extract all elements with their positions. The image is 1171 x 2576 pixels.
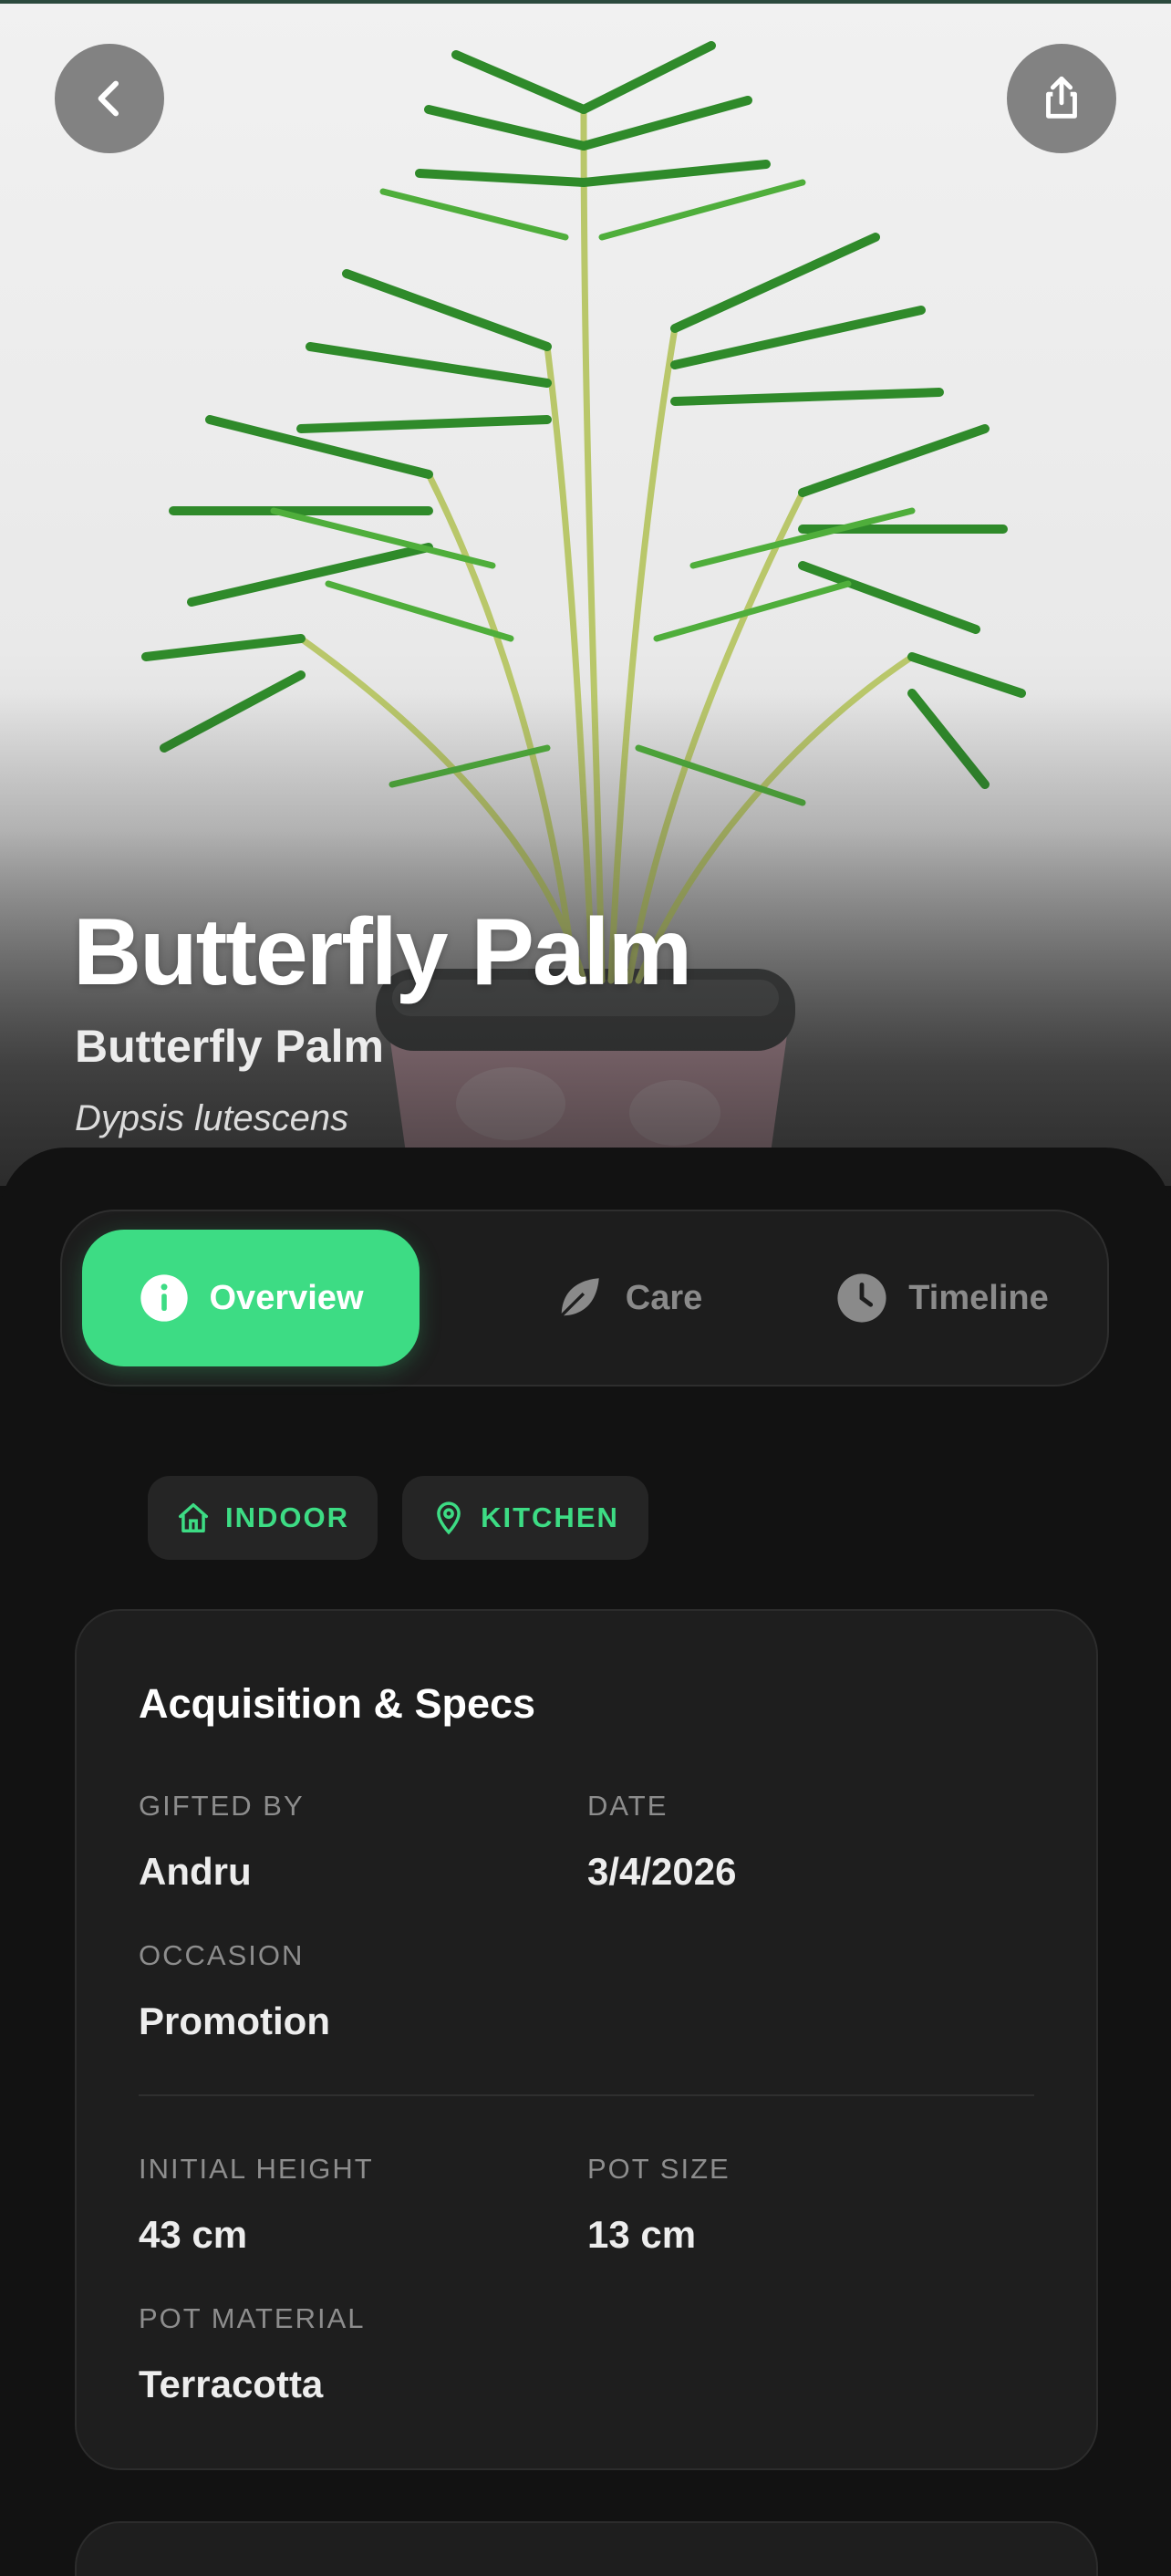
hero-photo: Butterfly Palm Butterfly Palm Dypsis lut…: [0, 0, 1171, 1186]
date-value: 3/4/2026: [587, 1850, 737, 1893]
tab-bar: Overview Care Timeline: [60, 1210, 1109, 1387]
gifted-by-label: GIFTED BY: [139, 1790, 305, 1822]
home-icon: [179, 1503, 208, 1532]
pot-size-label: POT SIZE: [587, 2153, 731, 2185]
card-title: Acquisition & Specs: [139, 1680, 536, 1727]
pot-material-label: POT MATERIAL: [139, 2302, 366, 2334]
acquisition-card: Acquisition & Specs GIFTED BY Andru DATE…: [75, 1609, 1098, 2470]
tab-timeline-label: Timeline: [908, 1278, 1049, 1317]
chevron-left-icon: [98, 80, 119, 117]
plant-scientific-name: Dypsis lutescens: [75, 1098, 349, 1138]
pot-size-value: 13 cm: [587, 2213, 697, 2256]
pot-material-value: Terracotta: [139, 2363, 324, 2405]
date-label: DATE: [587, 1790, 668, 1822]
initial-height-label: INITIAL HEIGHT: [139, 2153, 374, 2185]
gifted-by-value: Andru: [139, 1850, 252, 1893]
share-button[interactable]: [1007, 44, 1116, 153]
occasion-value: Promotion: [139, 2000, 330, 2042]
card-divider: [139, 2094, 1034, 2096]
tag-kitchen-label: KITCHEN: [481, 1501, 619, 1533]
tab-overview[interactable]: Overview: [82, 1230, 420, 1366]
tag-kitchen[interactable]: KITCHEN: [402, 1476, 648, 1560]
initial-height-value: 43 cm: [139, 2213, 248, 2256]
info-icon: [140, 1274, 188, 1322]
occasion-label: OCCASION: [139, 1939, 305, 1971]
tab-timeline[interactable]: Timeline: [792, 1230, 1093, 1366]
next-card-peek: [75, 2521, 1098, 2576]
back-button[interactable]: [55, 44, 164, 153]
detail-sheet: Overview Care Timeline INDOOR KITCHEN Ac…: [0, 1148, 1171, 2576]
tab-care-label: Care: [625, 1278, 703, 1317]
tab-overview-label: Overview: [209, 1278, 364, 1317]
leaf-icon: [560, 1278, 599, 1317]
map-pin-icon: [437, 1501, 461, 1535]
tag-indoor[interactable]: INDOOR: [148, 1476, 378, 1560]
plant-name: Butterfly Palm: [73, 899, 692, 1005]
share-icon: [1046, 76, 1077, 119]
tag-indoor-label: INDOOR: [225, 1501, 349, 1533]
clock-icon: [837, 1273, 886, 1323]
plant-common-name: Butterfly Palm: [75, 1021, 384, 1072]
tab-care[interactable]: Care: [491, 1230, 764, 1366]
